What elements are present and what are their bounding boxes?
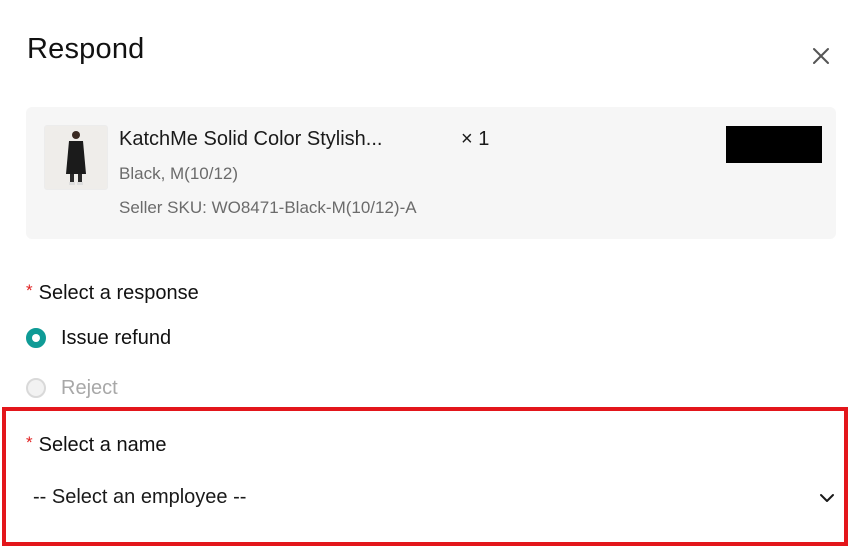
product-card: KatchMe Solid Color Stylish... × 1 Black… [26, 107, 836, 239]
required-mark: * [26, 281, 33, 300]
employee-select-value: -- Select an employee -- [33, 486, 247, 508]
radio-issue-refund[interactable]: Issue refund [26, 325, 171, 351]
product-variant: Black, M(10/12) [119, 164, 239, 183]
radio-checked-icon[interactable] [26, 328, 46, 348]
employee-select[interactable]: -- Select an employee -- [26, 474, 841, 522]
required-mark: * [26, 433, 33, 452]
chevron-down-icon[interactable] [819, 490, 835, 506]
close-icon [808, 43, 834, 69]
radio-label-reject: Reject [61, 376, 118, 399]
close-button[interactable] [808, 43, 834, 69]
product-name[interactable]: KatchMe Solid Color Stylish... [119, 128, 382, 151]
radio-label-issue-refund: Issue refund [61, 326, 172, 349]
product-thumbnail [44, 125, 108, 190]
radio-reject[interactable]: Reject [26, 375, 118, 401]
product-sku: Seller SKU: WO8471-Black-M(10/12)-A [119, 198, 417, 217]
response-label: * Select a response [26, 281, 199, 305]
price-redacted [726, 126, 822, 163]
dialog-title: Respond [27, 33, 145, 65]
response-label-text: Select a response [38, 282, 199, 304]
name-label: * Select a name [26, 433, 167, 457]
radio-unchecked-icon[interactable] [26, 378, 46, 398]
product-quantity: × 1 [461, 128, 490, 150]
name-label-text: Select a name [38, 434, 167, 456]
